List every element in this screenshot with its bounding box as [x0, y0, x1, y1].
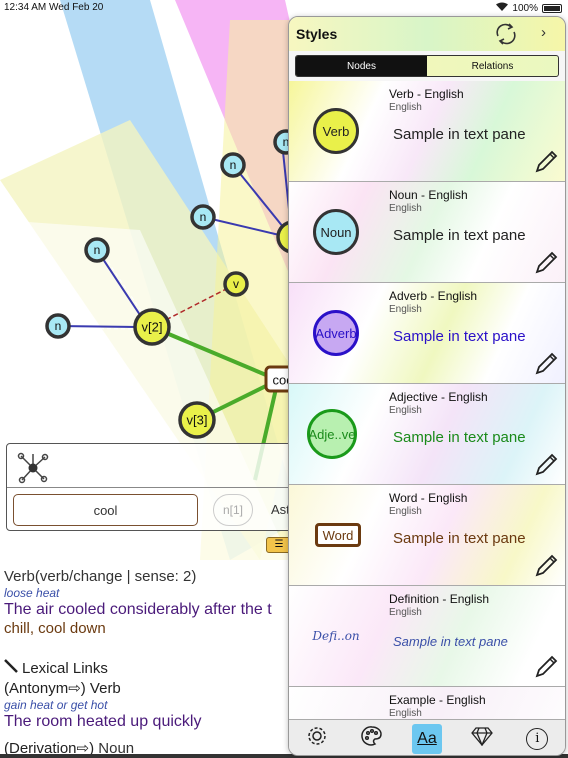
word-chip[interactable]: cool — [13, 494, 198, 526]
wifi-icon — [496, 2, 509, 14]
row-sample: Sample in text pane — [393, 328, 526, 345]
gem-icon — [470, 726, 494, 751]
styles-panel: Styles › Nodes Relations Verb Verb - Eng… — [288, 16, 566, 756]
row-language: English — [389, 506, 422, 517]
status-bar: 12:34 AM Wed Feb 20 100% — [0, 0, 568, 16]
row-sample: Sample in text pane — [393, 530, 526, 547]
styles-segmented-control: Nodes Relations — [295, 55, 559, 77]
styles-header: Styles › — [289, 17, 565, 51]
settings-tab[interactable] — [302, 724, 332, 754]
row-title: Word - English — [389, 491, 468, 505]
row-title: Verb - English — [389, 87, 464, 101]
lexical-links-label: Lexical Links — [22, 659, 108, 677]
pen-icon — [4, 659, 18, 677]
node-v3-label: v[3] — [186, 412, 208, 428]
pencil-icon[interactable] — [533, 452, 559, 478]
node-n3-label: n — [199, 210, 207, 224]
styles-title: Styles — [296, 26, 338, 42]
status-time: 12:34 AM Wed Feb 20 — [4, 2, 104, 13]
battery-percent: 100% — [512, 2, 538, 14]
search-divider — [7, 487, 305, 488]
palette-icon — [361, 725, 383, 752]
tab-relations[interactable]: Relations — [427, 56, 558, 76]
verb-badge: Verb — [313, 108, 359, 154]
row-sample: Sample in text pane — [393, 126, 526, 143]
style-row-adjective[interactable]: Adje..ve Adjective - English English Sam… — [289, 384, 565, 485]
node-n2-label: n — [54, 319, 62, 333]
node-n1-label: n — [93, 243, 101, 257]
style-row-verb[interactable]: Verb Verb - English English Sample in te… — [289, 81, 565, 182]
node-n4-label: n — [229, 158, 237, 172]
style-row-example[interactable]: Example - English English — [289, 687, 565, 719]
pencil-icon[interactable] — [533, 654, 559, 680]
word-badge: Word — [315, 523, 361, 547]
row-sample: Sample in text pane — [393, 634, 508, 649]
noun-badge: Noun — [313, 209, 359, 255]
row-title: Example - English — [389, 693, 486, 707]
battery-icon — [542, 3, 562, 13]
pencil-icon[interactable] — [533, 250, 559, 276]
info-tab[interactable]: i — [522, 724, 552, 754]
text-style-tab[interactable]: Aa — [411, 723, 442, 754]
style-list: Verb Verb - English English Sample in te… — [289, 81, 565, 719]
style-row-word[interactable]: Word Word - English English Sample in te… — [289, 485, 565, 586]
palette-tab[interactable] — [357, 724, 387, 754]
adjective-badge: Adje..ve — [307, 409, 357, 459]
row-title: Noun - English — [389, 188, 468, 202]
row-sample: Sample in text pane — [393, 227, 526, 244]
search-panel: cool n[1] Ast — [6, 443, 306, 531]
row-language: English — [389, 304, 422, 315]
definition-badge: Defi..on — [312, 629, 360, 643]
row-title: Definition - English — [389, 592, 490, 606]
settings-icon — [306, 725, 328, 752]
status-indicators: 100% — [496, 2, 562, 14]
gem-tab[interactable] — [467, 724, 497, 754]
text-style-icon: Aa — [417, 729, 437, 747]
style-row-adverb[interactable]: Adverb Adverb - English English Sample i… — [289, 283, 565, 384]
style-row-definition[interactable]: Defi..on Definition - English English Sa… — [289, 586, 565, 687]
network-icon[interactable] — [17, 452, 49, 484]
row-language: English — [389, 607, 422, 618]
chevron-right-icon[interactable]: › — [541, 24, 546, 41]
row-language: English — [389, 405, 422, 416]
node-v2-label: v[2] — [141, 319, 163, 335]
pencil-icon[interactable] — [533, 149, 559, 175]
tab-nodes[interactable]: Nodes — [296, 56, 427, 76]
row-sample: Sample in text pane — [393, 429, 526, 446]
pencil-icon[interactable] — [533, 553, 559, 579]
pencil-icon[interactable] — [533, 351, 559, 377]
info-icon: i — [526, 727, 549, 750]
row-title: Adverb - English — [389, 289, 478, 303]
refresh-icon[interactable] — [493, 21, 519, 47]
partial-chip[interactable]: Ast — [271, 502, 290, 517]
ghost-chip[interactable]: n[1] — [213, 494, 253, 526]
row-title: Adjective - English — [389, 390, 488, 404]
row-language: English — [389, 203, 422, 214]
row-language: English — [389, 708, 422, 719]
style-row-noun[interactable]: Noun Noun - English English Sample in te… — [289, 182, 565, 283]
node-v-label: v — [233, 277, 239, 291]
adverb-badge: Adverb — [313, 310, 359, 356]
styles-tab-bar: Aa i — [289, 719, 565, 755]
row-language: English — [389, 102, 422, 113]
